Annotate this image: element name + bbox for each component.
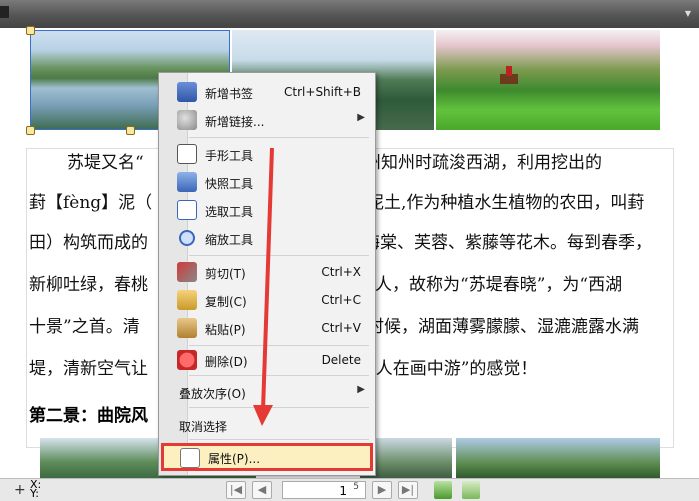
title-bar: ▼ xyxy=(0,0,699,28)
resize-handle-bottom-middle[interactable] xyxy=(126,126,135,135)
menu-separator xyxy=(189,345,369,346)
previous-page-button[interactable]: ◀ xyxy=(252,481,272,499)
crosshair-icon: + xyxy=(14,482,26,498)
person-shape xyxy=(506,66,512,76)
menu-item-delete[interactable]: 删除(D) Delete xyxy=(159,347,375,373)
panel-pin-icon[interactable] xyxy=(0,6,9,18)
menu-item-copy[interactable]: 复制(C) Ctrl+C xyxy=(159,287,375,313)
text-line: 人，故称为“苏堤春晓”，为“西湖 xyxy=(375,275,623,295)
link-add-icon xyxy=(177,110,197,130)
delete-icon xyxy=(177,350,197,370)
menu-item-properties[interactable]: 属性(P)... xyxy=(161,443,373,471)
text-line: 葑【fèng】泥（ xyxy=(29,193,153,213)
resize-handle-top-left[interactable] xyxy=(26,26,35,35)
text-line: 十景”之首。清 xyxy=(29,317,140,337)
bookmark-add-icon xyxy=(177,82,197,102)
menu-item-snapshot-tool[interactable]: 快照工具 xyxy=(159,169,375,195)
camera-icon xyxy=(177,172,197,192)
text-line: 苏堤又名“ xyxy=(67,153,144,173)
menu-item-zoom-tool[interactable]: 缩放工具 xyxy=(159,225,375,251)
text-line: 堤，清新空气让 xyxy=(29,359,148,379)
last-page-button[interactable]: ▶| xyxy=(398,481,418,499)
zoom-icon xyxy=(177,228,197,248)
page-number-box[interactable]: 1 5 xyxy=(282,481,366,499)
text-line: 新柳吐绿，春桃 xyxy=(29,275,148,295)
next-page-button[interactable]: ▶ xyxy=(372,481,392,499)
menu-item-paste[interactable]: 粘贴(P) Ctrl+V xyxy=(159,315,375,341)
resize-handle-bottom-left[interactable] xyxy=(26,126,35,135)
submenu-arrow-icon: ▶ xyxy=(357,112,365,123)
menu-separator xyxy=(189,375,369,376)
properties-icon xyxy=(180,448,200,468)
menu-item-hand-tool[interactable]: 手形工具 xyxy=(159,141,375,167)
current-page: 1 xyxy=(339,484,347,498)
dropdown-arrow-icon[interactable]: ▼ xyxy=(685,10,691,18)
forward-view-icon[interactable] xyxy=(462,481,480,499)
text-line: “人在画中游”的感觉！ xyxy=(367,359,538,379)
cursor-coordinates: X: Y: xyxy=(30,478,42,500)
paste-icon xyxy=(177,318,197,338)
context-menu: 新增书签 Ctrl+Shift+B 新增链接... ▶ 手形工具 快照工具 选取… xyxy=(158,72,376,476)
menu-item-cut[interactable]: 剪切(T) Ctrl+X xyxy=(159,259,375,285)
menu-item-add-bookmark[interactable]: 新增书签 Ctrl+Shift+B xyxy=(159,79,375,105)
text-line: 田）构筑而成的 xyxy=(29,233,148,253)
first-page-button[interactable]: |◀ xyxy=(226,481,246,499)
total-pages: 5 xyxy=(353,482,359,492)
text-line: 杭州知州时疏浚西湖，利用挖出的 xyxy=(347,153,602,173)
section-heading: 第二景：曲院风 xyxy=(29,406,148,426)
scissors-icon xyxy=(177,262,197,282)
text-line: 时候，湖面薄雾朦朦、湿漉漉露水满 xyxy=(367,317,639,337)
menu-separator xyxy=(189,439,369,440)
text-line: 泥土,作为种植水生植物的农田，叫葑 xyxy=(367,193,645,213)
menu-separator xyxy=(189,137,369,138)
menu-separator xyxy=(189,407,369,408)
back-view-icon[interactable] xyxy=(434,481,452,499)
menu-item-deselect[interactable]: 取消选择 xyxy=(159,412,375,438)
hand-tool-icon xyxy=(177,144,197,164)
copy-icon xyxy=(177,290,197,310)
menu-item-add-link[interactable]: 新增链接... ▶ xyxy=(159,107,375,133)
bottom-image-3 xyxy=(456,438,660,478)
menu-item-select-tool[interactable]: 选取工具 xyxy=(159,197,375,223)
park-image xyxy=(436,30,660,130)
status-bar: + X: Y: |◀ ◀ 1 5 ▶ ▶| xyxy=(0,478,699,501)
menu-separator xyxy=(189,255,369,256)
text-line: 海棠、芙蓉、紫藤等花木。每到春季， xyxy=(363,233,652,253)
submenu-arrow-icon: ▶ xyxy=(357,384,365,395)
text-select-icon xyxy=(177,200,197,220)
menu-item-stacking-order[interactable]: 叠放次序(O) ▶ xyxy=(159,379,375,405)
